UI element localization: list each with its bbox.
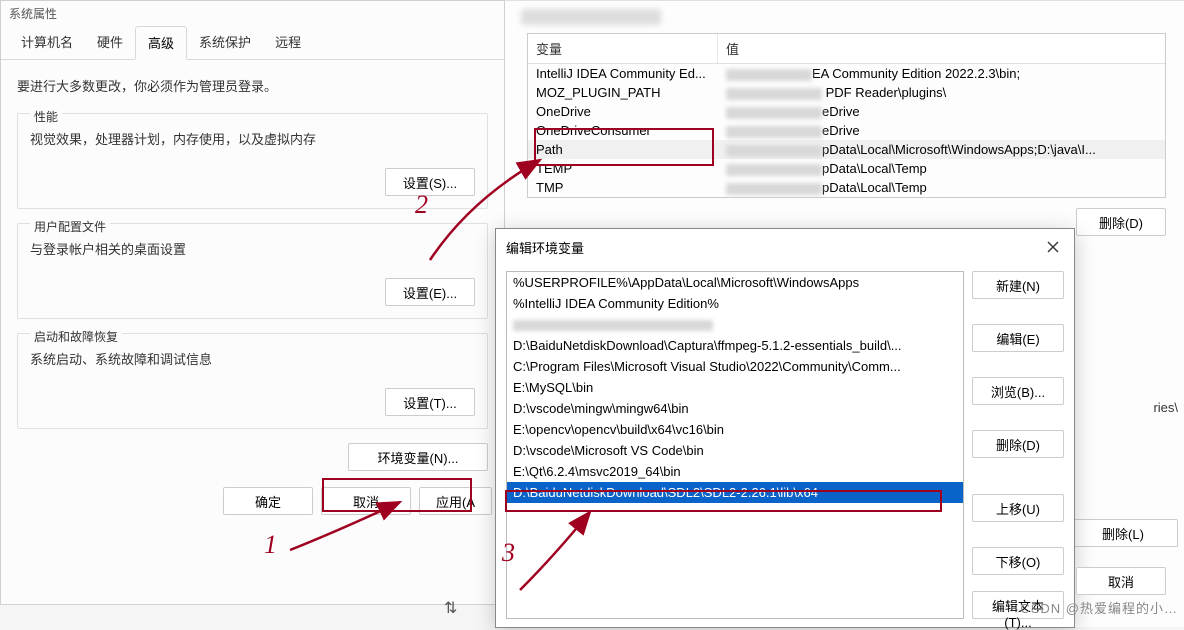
tab-hardware[interactable]: 硬件 <box>85 26 135 59</box>
list-item[interactable]: %IntelliJ IDEA Community Edition% <box>507 293 963 314</box>
edit-button[interactable]: 编辑(E) <box>972 324 1064 352</box>
environment-variables-button[interactable]: 环境变量(N)... <box>348 443 488 471</box>
bg-delete-l-button[interactable]: 删除(L) <box>1068 519 1178 547</box>
tab-system-protection[interactable]: 系统保护 <box>187 26 263 59</box>
table-row[interactable]: MOZ_PLUGIN_PATH PDF Reader\plugins\ <box>528 83 1165 102</box>
group-startup-desc: 系统启动、系统故障和调试信息 <box>30 349 475 368</box>
edit-env-var-dialog: 编辑环境变量 %USERPROFILE%\AppData\Local\Micro… <box>495 228 1075 628</box>
move-up-button[interactable]: 上移(U) <box>972 494 1064 522</box>
dialog-buttons: 确定 取消 应用(A <box>1 479 504 523</box>
list-item[interactable]: %USERPROFILE%\AppData\Local\Microsoft\Wi… <box>507 272 963 293</box>
admin-hint: 要进行大多数更改，你必须作为管理员登录。 <box>17 76 488 95</box>
new-button[interactable]: 新建(N) <box>972 271 1064 299</box>
table-row[interactable]: OneDriveeDrive <box>528 102 1165 121</box>
bg-cancel-button[interactable]: 取消 <box>1076 567 1166 595</box>
system-properties-dialog: 系统属性 计算机名 硬件 高级 系统保护 远程 要进行大多数更改，你必须作为管理… <box>0 0 505 605</box>
list-item[interactable]: E:\opencv\opencv\build\x64\vc16\bin <box>507 419 963 440</box>
group-profile-label: 用户配置文件 <box>30 220 110 234</box>
settings-profile-button[interactable]: 设置(E)... <box>385 278 475 306</box>
col-value[interactable]: 值 <box>718 34 747 63</box>
bg-remnant: ries\ 删除(L) <box>1068 400 1178 547</box>
tab-remote[interactable]: 远程 <box>263 26 313 59</box>
apply-button[interactable]: 应用(A <box>419 487 492 515</box>
list-item[interactable]: E:\Qt\6.2.4\msvc2019_64\bin <box>507 461 963 482</box>
settings-perf-button[interactable]: 设置(S)... <box>385 168 475 196</box>
list-item[interactable]: D:\BaiduNetdiskDownload\Captura\ffmpeg-5… <box>507 335 963 356</box>
group-performance: 性能 视觉效果，处理器计划，内存使用，以及虚拟内存 设置(S)... <box>17 113 488 209</box>
table-row[interactable]: TMPpData\Local\Temp <box>528 178 1165 197</box>
tab-bar: 计算机名 硬件 高级 系统保护 远程 <box>1 26 504 60</box>
group-profile: 用户配置文件 与登录帐户相关的桌面设置 设置(E)... <box>17 223 488 319</box>
group-performance-desc: 视觉效果，处理器计划，内存使用，以及虚拟内存 <box>30 129 475 148</box>
col-variable[interactable]: 变量 <box>528 34 718 63</box>
cancel-button[interactable]: 取消 <box>321 487 411 515</box>
window-title: 系统属性 <box>1 1 504 26</box>
user-vars-table: 变量 值 IntelliJ IDEA Community Ed...EA Com… <box>527 33 1166 198</box>
path-listbox[interactable]: %USERPROFILE%\AppData\Local\Microsoft\Wi… <box>506 271 964 619</box>
group-profile-desc: 与登录帐户相关的桌面设置 <box>30 239 475 258</box>
table-row[interactable]: OneDriveConsumereDrive <box>528 121 1165 140</box>
list-item[interactable]: C:\Program Files\Microsoft Visual Studio… <box>507 356 963 377</box>
settings-startup-button[interactable]: 设置(T)... <box>385 388 475 416</box>
list-item[interactable]: D:\BaiduNetdiskDownload\SDL2\SDL2-2.26.1… <box>507 482 963 503</box>
group-startup: 启动和故障恢复 系统启动、系统故障和调试信息 设置(T)... <box>17 333 488 429</box>
tab-computer-name[interactable]: 计算机名 <box>9 26 85 59</box>
remnant-text: ries\ <box>1068 400 1178 415</box>
group-performance-label: 性能 <box>30 110 62 124</box>
close-icon[interactable] <box>1038 235 1068 259</box>
table-row[interactable]: TEMPpData\Local\Temp <box>528 159 1165 178</box>
move-down-button[interactable]: 下移(O) <box>972 547 1064 575</box>
delete-button[interactable]: 删除(D) <box>972 430 1064 458</box>
watermark: CSDN @热爱编程的小… <box>1020 598 1178 617</box>
blurred-title <box>521 9 661 25</box>
list-item[interactable] <box>507 314 963 335</box>
list-item[interactable]: D:\vscode\mingw\mingw64\bin <box>507 398 963 419</box>
env-delete-button[interactable]: 删除(D) <box>1076 208 1166 236</box>
align-icon: ⇅ <box>444 598 457 618</box>
list-item[interactable]: E:\MySQL\bin <box>507 377 963 398</box>
group-startup-label: 启动和故障恢复 <box>30 330 122 344</box>
table-row[interactable]: PathpData\Local\Microsoft\WindowsApps;D:… <box>528 140 1165 159</box>
list-item[interactable]: D:\vscode\Microsoft VS Code\bin <box>507 440 963 461</box>
edit-dialog-title: 编辑环境变量 <box>506 238 584 257</box>
tab-advanced[interactable]: 高级 <box>135 26 187 60</box>
ok-button[interactable]: 确定 <box>223 487 313 515</box>
table-row[interactable]: IntelliJ IDEA Community Ed...EA Communit… <box>528 64 1165 83</box>
browse-button[interactable]: 浏览(B)... <box>972 377 1064 405</box>
